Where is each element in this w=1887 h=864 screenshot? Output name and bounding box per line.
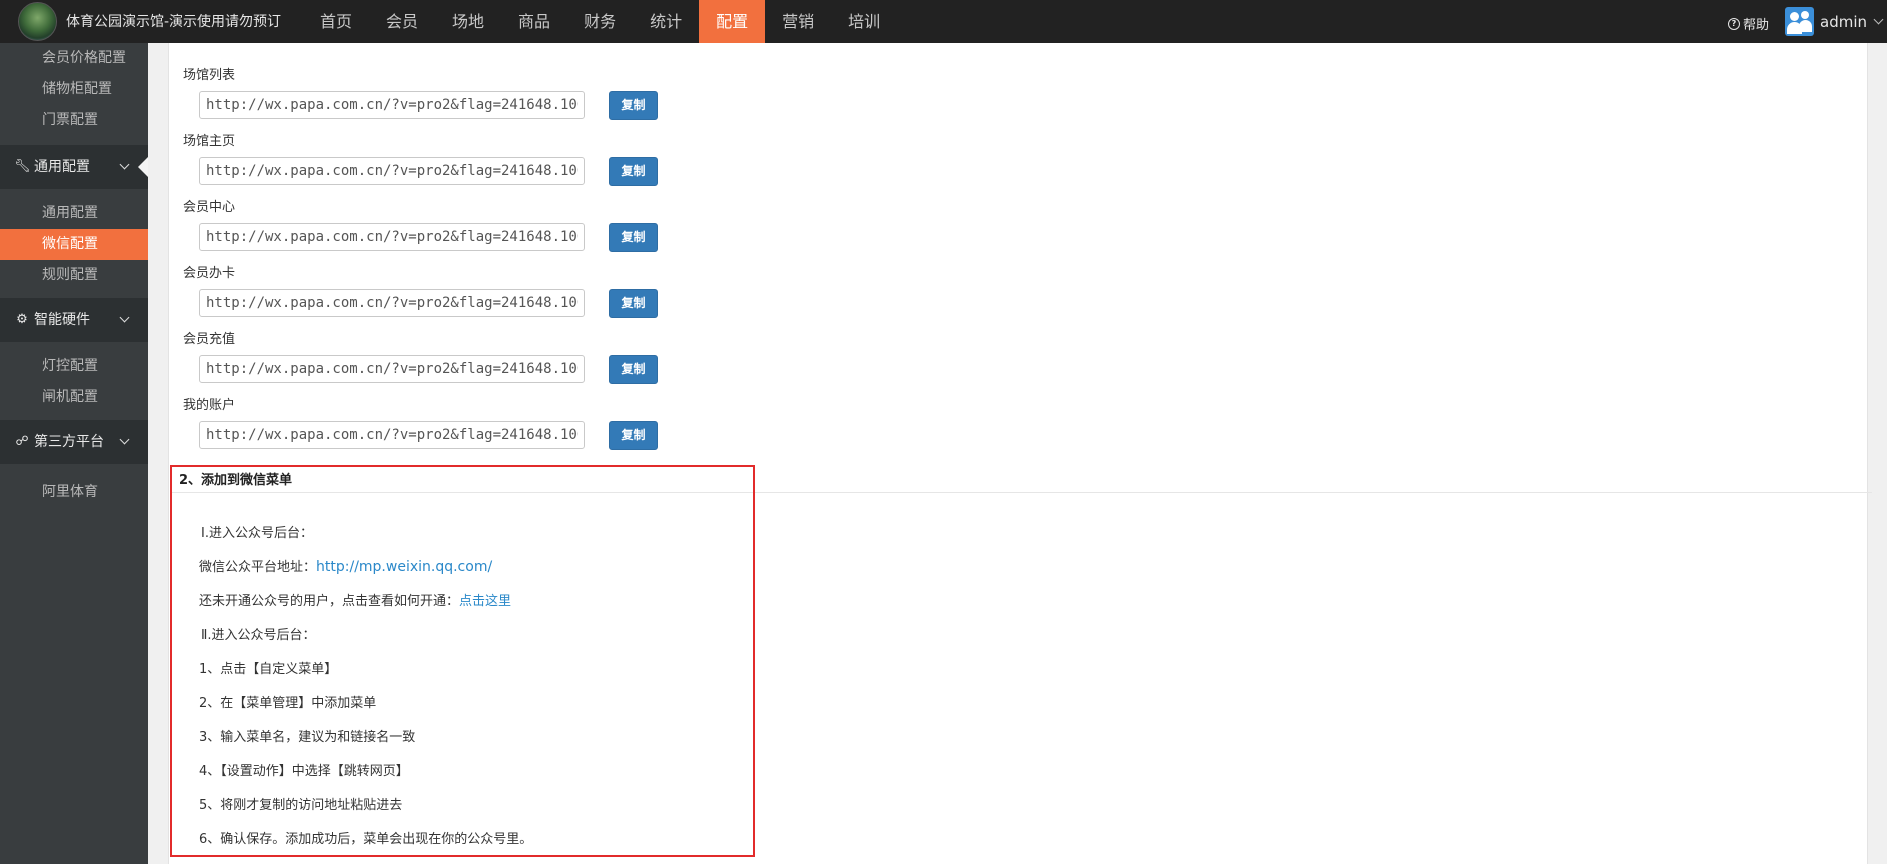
no-account-label: 还未开通公众号的用户，点击查看如何开通： bbox=[199, 594, 460, 609]
link-label-venue-home: 场馆主页 bbox=[183, 134, 236, 149]
chevron-down-icon bbox=[119, 312, 130, 323]
venue-logo[interactable] bbox=[18, 2, 57, 41]
link-label-member-center: 会员中心 bbox=[183, 200, 236, 215]
sidebar-item-ticket[interactable]: 门票配置 bbox=[0, 105, 148, 136]
url-field-venue-home[interactable] bbox=[199, 157, 585, 185]
gear-icon: ⚙︎ bbox=[16, 312, 28, 327]
no-account-line: 还未开通公众号的用户，点击查看如何开通：点击这里 bbox=[199, 590, 511, 609]
copy-button[interactable]: 复制 bbox=[609, 91, 658, 120]
sidebar-item-general-config[interactable]: 通用配置 bbox=[0, 198, 148, 229]
active-pointer bbox=[138, 157, 148, 177]
copy-button[interactable]: 复制 bbox=[609, 355, 658, 384]
nav-statistics[interactable]: 统计 bbox=[633, 0, 699, 43]
top-navbar: 体育公园演示馆-演示使用请勿预订 首页 会员 场地 商品 财务 统计 配置 营销… bbox=[0, 0, 1887, 43]
instruction-step-ii: Ⅱ.进入公众号后台： bbox=[201, 628, 316, 643]
wrench-icon: 🔧︎ bbox=[14, 159, 31, 174]
instruction-step: 3、输入菜单名，建议为和链接名一致 bbox=[199, 730, 416, 745]
instruction-step: 1、点击【自定义菜单】 bbox=[199, 662, 338, 677]
sidebar: 会员价格配置 储物柜配置 门票配置 🔧︎ 通用配置 通用配置 微信配置 规则配置… bbox=[0, 43, 148, 864]
sidebar-item-light-control[interactable]: 灯控配置 bbox=[0, 351, 148, 382]
copy-button[interactable]: 复制 bbox=[609, 157, 658, 186]
link-label-member-card: 会员办卡 bbox=[183, 266, 236, 281]
nav-products[interactable]: 商品 bbox=[501, 0, 567, 43]
copy-button[interactable]: 复制 bbox=[609, 421, 658, 450]
nav-training[interactable]: 培训 bbox=[831, 0, 897, 43]
platform-url-link[interactable]: http://mp.weixin.qq.com/ bbox=[316, 559, 492, 575]
instruction-step: 6、确认保存。添加成功后，菜单会出现在你的公众号里。 bbox=[199, 832, 533, 847]
question-icon: ? bbox=[1728, 17, 1740, 30]
url-field-member-center[interactable] bbox=[199, 223, 585, 251]
username: admin bbox=[1820, 12, 1867, 31]
url-field-member-recharge[interactable] bbox=[199, 355, 585, 383]
nav-venues[interactable]: 场地 bbox=[435, 0, 501, 43]
instruction-step: 5、将刚才复制的访问地址粘贴进去 bbox=[199, 798, 403, 813]
nav-home[interactable]: 首页 bbox=[303, 0, 369, 43]
url-field-member-card[interactable] bbox=[199, 289, 585, 317]
venue-name: 体育公园演示馆-演示使用请勿预订 bbox=[66, 14, 282, 30]
chevron-down-icon bbox=[119, 434, 130, 445]
copy-button[interactable]: 复制 bbox=[609, 223, 658, 252]
sidebar-item-ali-sports[interactable]: 阿里体育 bbox=[0, 477, 148, 508]
nav-members[interactable]: 会员 bbox=[369, 0, 435, 43]
instruction-step: 4、【设置动作】中选择【跳转网页】 bbox=[199, 764, 409, 779]
section-title: 2、添加到微信菜单 bbox=[179, 473, 293, 488]
main-nav: 首页 会员 场地 商品 财务 统计 配置 营销 培训 bbox=[303, 0, 897, 43]
chevron-down-icon bbox=[1873, 14, 1884, 25]
sidebar-item-gate-config[interactable]: 闸机配置 bbox=[0, 382, 148, 413]
chevron-down-icon bbox=[119, 159, 130, 170]
help-link[interactable]: ? 帮助 bbox=[1728, 14, 1769, 33]
nav-finance[interactable]: 财务 bbox=[567, 0, 633, 43]
sidebar-group-general[interactable]: 🔧︎ 通用配置 bbox=[0, 145, 148, 189]
nav-marketing[interactable]: 营销 bbox=[765, 0, 831, 43]
sidebar-group-label: 第三方平台 bbox=[34, 434, 104, 450]
link-label-venue-list: 场馆列表 bbox=[183, 68, 236, 83]
sidebar-group-third-party[interactable]: ☍ 第三方平台 bbox=[0, 420, 148, 464]
link-label-member-recharge: 会员充值 bbox=[183, 332, 236, 347]
instruction-step-i: Ⅰ.进入公众号后台： bbox=[201, 526, 313, 541]
handshake-icon: ☍ bbox=[15, 434, 29, 449]
url-field-venue-list[interactable] bbox=[199, 91, 585, 119]
platform-address-line: 微信公众平台地址：http://mp.weixin.qq.com/ bbox=[199, 556, 492, 575]
copy-button[interactable]: 复制 bbox=[609, 289, 658, 318]
sidebar-group-hardware[interactable]: ⚙︎ 智能硬件 bbox=[0, 298, 148, 342]
sidebar-item-locker[interactable]: 储物柜配置 bbox=[0, 74, 148, 105]
avatar bbox=[1785, 7, 1814, 36]
nav-config[interactable]: 配置 bbox=[699, 0, 766, 43]
user-menu[interactable]: admin bbox=[1785, 7, 1884, 36]
sidebar-item-member-price[interactable]: 会员价格配置 bbox=[0, 43, 148, 74]
link-label-my-account: 我的账户 bbox=[183, 398, 236, 413]
sidebar-item-rules-config[interactable]: 规则配置 bbox=[0, 260, 148, 291]
platform-address-label: 微信公众平台地址： bbox=[199, 560, 317, 575]
url-field-my-account[interactable] bbox=[199, 421, 585, 449]
sidebar-item-wechat-config[interactable]: 微信配置 bbox=[0, 229, 148, 260]
sidebar-group-label: 通用配置 bbox=[34, 159, 90, 175]
help-label: 帮助 bbox=[1743, 18, 1770, 33]
sidebar-group-label: 智能硬件 bbox=[34, 312, 90, 328]
instruction-step: 2、在【菜单管理】中添加菜单 bbox=[199, 696, 377, 711]
click-here-link[interactable]: 点击这里 bbox=[459, 594, 511, 609]
